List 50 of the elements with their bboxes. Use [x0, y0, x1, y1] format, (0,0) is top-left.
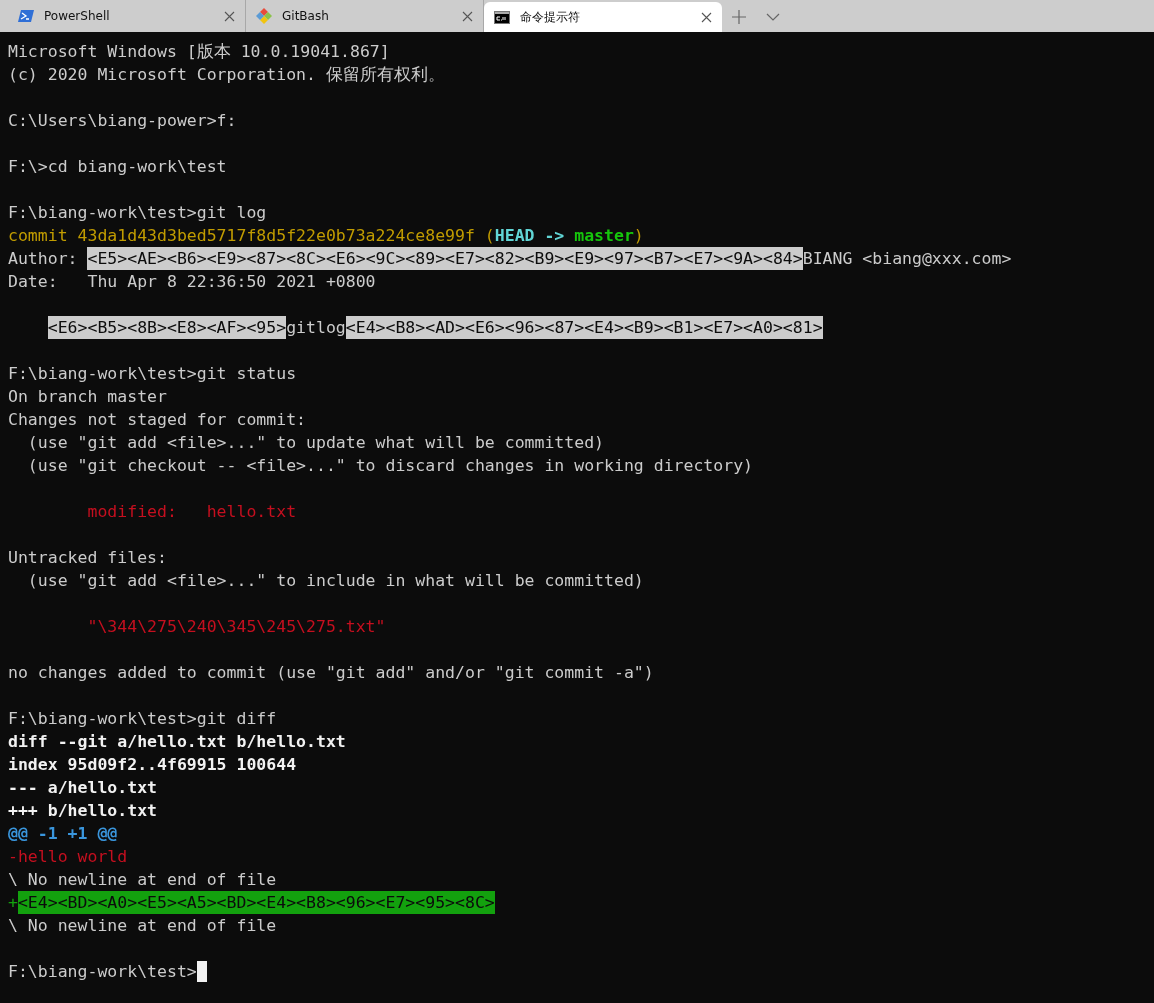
terminal-text: F:\biang-work\test>git status — [8, 363, 297, 385]
terminal-text: Untracked files: — [8, 547, 167, 569]
console-window-icon — [494, 10, 510, 24]
diff-header-text: index 95d09f2..4f69915 100644 — [8, 754, 297, 776]
chevron-down-icon — [766, 13, 780, 21]
commit-text: ) — [633, 225, 644, 247]
terminal-text: F:\biang-work\test>git diff — [8, 708, 277, 730]
highlighted-bytes: <E5><AE><B6><E9><87><8C><E6><9C><89><E7><82><B9><E9><97><B7><E7><9A><84> — [87, 247, 803, 270]
terminal-text: Changes not staged for commit: — [8, 409, 306, 431]
terminal-text: no changes added to commit (use "git add" and/or "git commit -a") — [8, 662, 654, 684]
plus-icon — [732, 10, 746, 24]
terminal-text: F:\biang-work\test>git log — [8, 202, 267, 224]
terminal-text: F:\>cd biang-work\test — [8, 156, 227, 178]
terminal-text: Date: Thu Apr 8 22:36:50 2021 +0800 — [8, 271, 376, 293]
commit-text: commit 43da1d43d3bed5717f8d5f22e0b73a224ce8e99f ( — [8, 225, 495, 247]
diff-header-text: diff --git a/hello.txt b/hello.txt — [8, 731, 346, 753]
close-icon[interactable] — [224, 10, 235, 22]
head-ref-text: HEAD -> — [494, 225, 566, 247]
removed-text: modified: hello.txt — [87, 501, 297, 523]
terminal-text: \ No newline at end of file — [8, 869, 277, 891]
tab-label: 命令提示符 — [520, 8, 581, 26]
terminal-text: gitlog — [286, 317, 346, 339]
terminal-tab[interactable]: 命令提示符 — [484, 2, 722, 32]
terminal-text: \ No newline at end of file — [8, 915, 277, 937]
hunk-header-text: @@ -1 +1 @@ — [8, 823, 118, 845]
removed-text: "\344\275\240\345\245\275.txt" — [87, 616, 386, 638]
removed-text: -hello world — [8, 846, 128, 868]
terminal-prompt-icon — [18, 9, 34, 23]
terminal-tab[interactable]: PowerShell — [8, 0, 246, 32]
close-icon[interactable] — [701, 11, 712, 23]
terminal-text: Author: — [8, 248, 79, 270]
tab-label: PowerShell — [44, 9, 111, 23]
close-icon[interactable] — [462, 10, 473, 22]
terminal-text: Microsoft Windows [版本 10.0.19041.867] — [8, 41, 390, 63]
highlighted-bytes: <E6><B5><8B><E8><AF><95> — [47, 316, 287, 339]
plus-sign: + — [8, 892, 18, 914]
terminal-text: BIANG <biang@xxx.com> — [802, 248, 1012, 270]
diamond-icon — [256, 8, 272, 24]
terminal-text: (use "git checkout -- <file>..." to discard changes in working directory) — [26, 455, 754, 477]
tab-label: GitBash — [282, 9, 330, 23]
branch-text: master — [574, 225, 634, 247]
diff-header-text: --- a/hello.txt — [8, 777, 157, 799]
terminal-text: (c) 2020 Microsoft Corporation. 保留所有权利。 — [8, 64, 445, 86]
terminal-text: F:\biang-work\test> — [8, 961, 197, 983]
highlighted-bytes: <E4><B8><AD><E6><96><87><E4><B9><B1><E7><A0><81> — [345, 316, 823, 339]
diff-header-text: +++ b/hello.txt — [8, 800, 157, 822]
terminal-text: (use "git add <file>..." to include in what will be committed) — [26, 570, 644, 592]
terminal-text: (use "git add <file>..." to update what will be committed) — [26, 432, 605, 454]
terminal-text: On branch master — [8, 386, 167, 408]
terminal-text: C:\Users\biang-power>f: — [8, 110, 237, 132]
